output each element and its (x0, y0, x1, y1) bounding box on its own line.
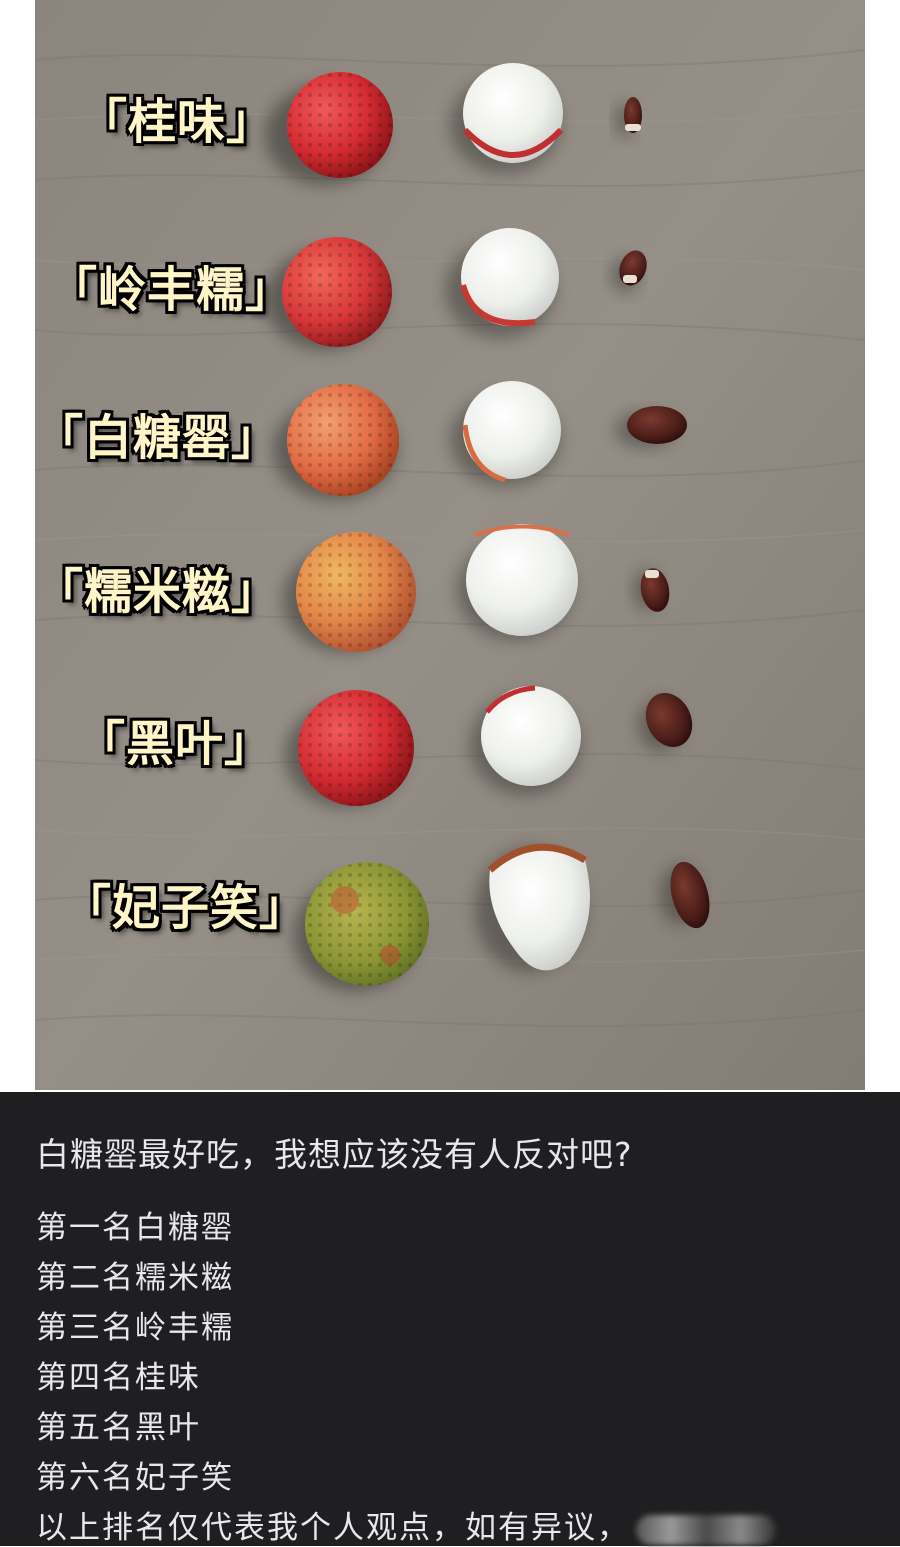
label-nuomici: 「糯米糍」 (35, 564, 281, 620)
caption-panel: 白糖罂最好吃，我想应该没有人反对吧? 第一名白糖罂 第二名糯米糍 第三名岭丰糯 … (0, 1092, 900, 1546)
label-heiye: 「黑叶」 (77, 716, 274, 772)
label-baitangying: 「白糖罂」 (35, 410, 281, 466)
disclaimer-line: 以上排名仅代表我个人观点，如有异议， (36, 1502, 776, 1547)
disclaimer-text: 以上排名仅代表我个人观点，如有异议， (36, 1510, 630, 1546)
ranking-line-4: 第四名桂味 (36, 1360, 201, 1396)
ranking-line-6: 第六名妃子笑 (36, 1460, 234, 1496)
baitangying-seed (627, 406, 687, 444)
ranking-line-2: 第二名糯米糍 (36, 1260, 234, 1296)
caption-title: 白糖罂最好吃，我想应该没有人反对吧? (36, 1135, 633, 1174)
watermark-blur (636, 1514, 776, 1545)
lychee-photo: 「桂味」 「岭丰糯」 「白糖罂」 「糯米糍」 「黑叶」 「妃子笑」 (35, 0, 865, 1090)
ranking-line-3: 第三名岭丰糯 (36, 1310, 234, 1346)
guiwei-flesh (463, 63, 563, 163)
ranking-line-1: 第一名白糖罂 (36, 1210, 234, 1246)
nuomici-flesh (466, 524, 578, 636)
label-guiwei: 「桂味」 (79, 94, 276, 150)
label-feizixiao: 「妃子笑」 (63, 880, 309, 936)
label-lingfengnuo: 「岭丰糯」 (49, 262, 295, 318)
ranking-line-5: 第五名黑叶 (36, 1410, 201, 1446)
